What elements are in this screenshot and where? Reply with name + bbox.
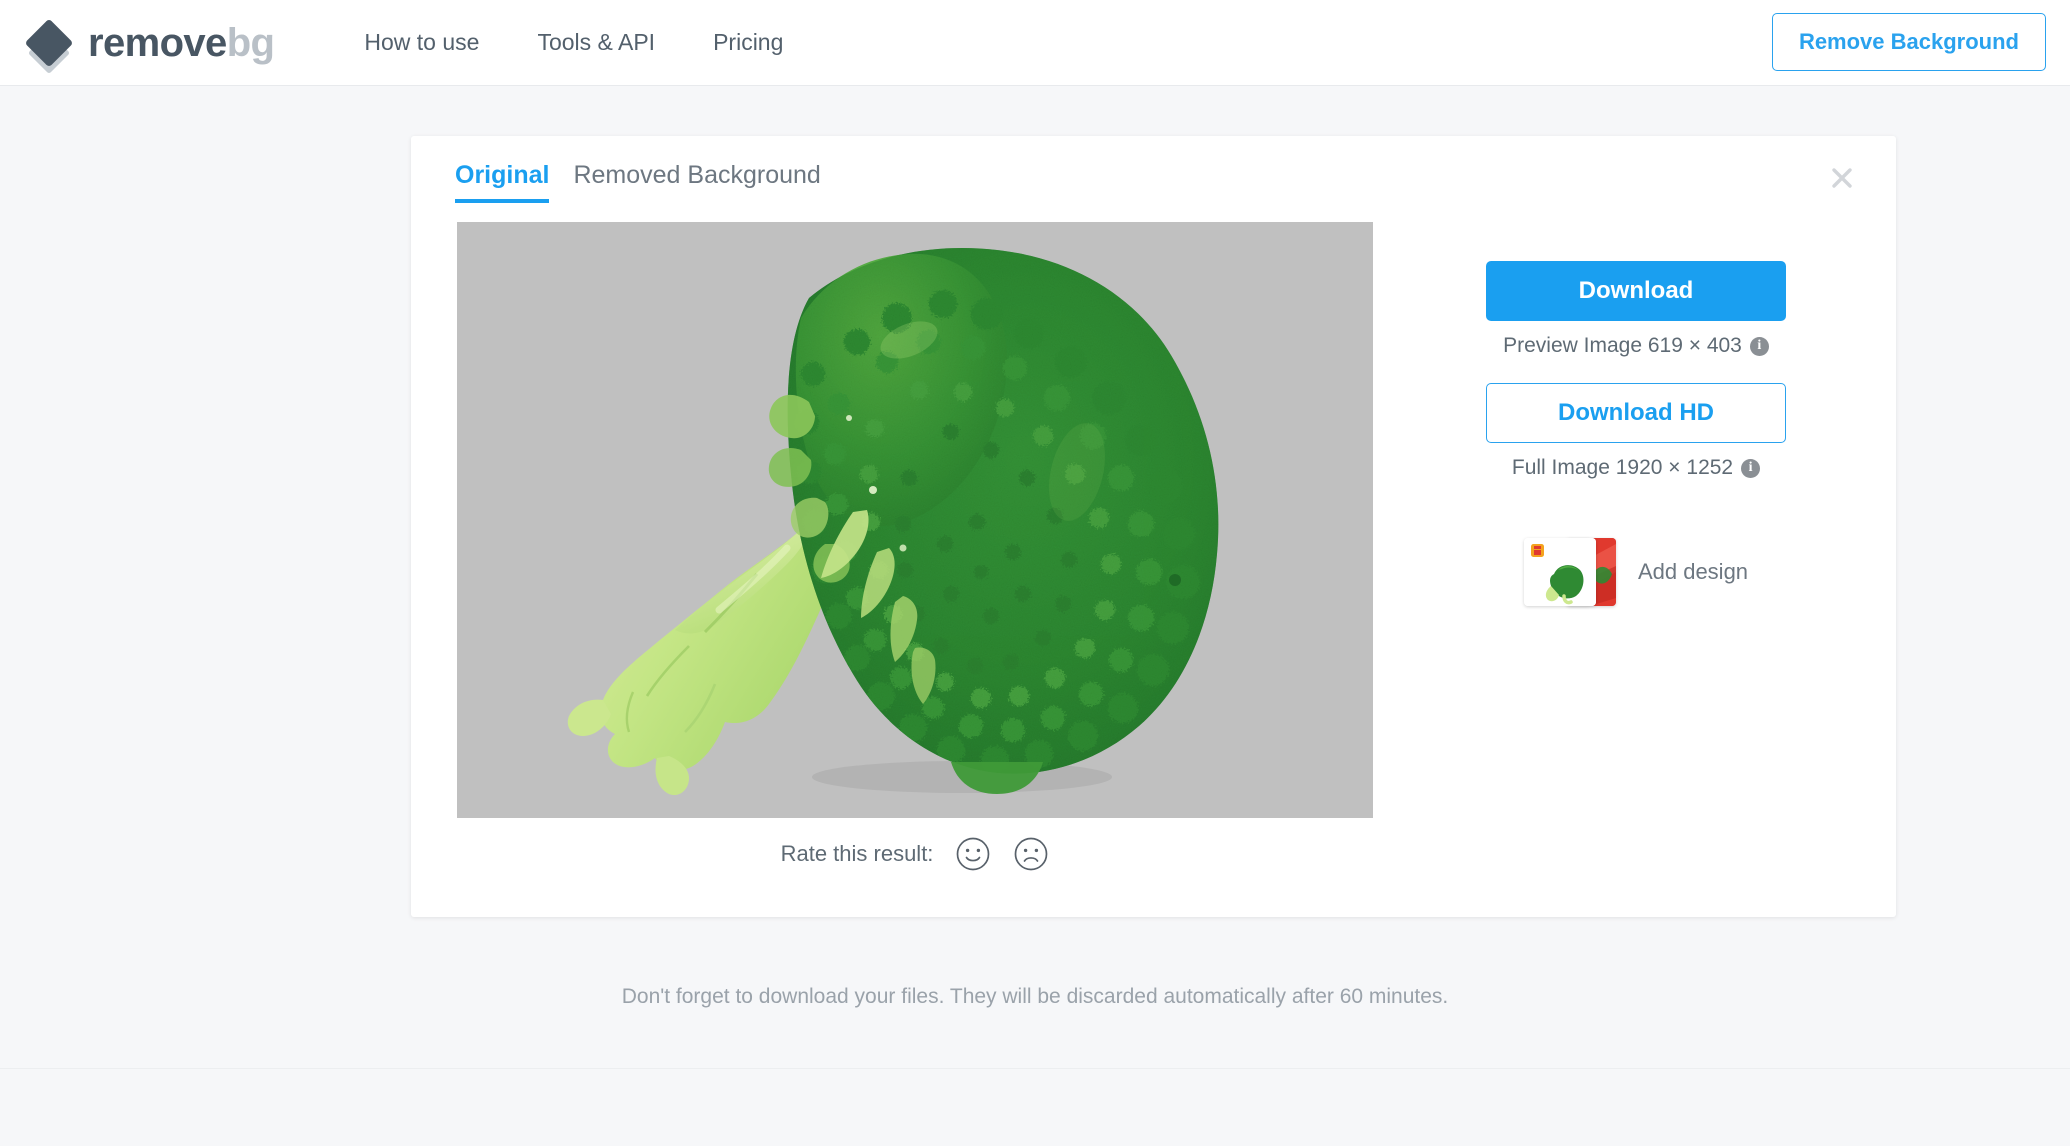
layers-diamond-icon [18,17,80,74]
rate-result-label: Rate this result: [780,841,934,866]
logo[interactable]: removebg [18,17,275,74]
design-thumb-white [1523,538,1596,606]
broccoli-photo [457,222,1373,818]
nav-item-pricing[interactable]: Pricing [713,29,783,56]
main-nav: How to use Tools & API Pricing [364,29,783,56]
download-hd-button[interactable]: Download HD [1486,383,1786,443]
download-hd-caption-text: Full Image 1920 × 1252 [1511,456,1734,479]
logo-text-bg: bg [226,20,275,65]
add-design-label: Add design [1637,559,1749,584]
download-button[interactable]: Download [1486,261,1786,321]
frowny-face-icon[interactable] [1013,836,1049,872]
close-icon[interactable] [1822,158,1862,198]
download-hd-caption: Full Image 1920 × 1252 i [1511,456,1761,480]
image-preview[interactable] [457,222,1373,818]
nav-item-how-to-use[interactable]: How to use [364,29,479,56]
download-caption: Preview Image 619 × 403 i [1503,334,1769,358]
remove-background-button[interactable]: Remove Background [1771,13,2046,71]
footer-divider [0,1068,2070,1069]
footer-note: Don't forget to download your files. The… [621,985,1449,1008]
preview-tabs: Original Removed Background [455,161,821,203]
add-design-button[interactable]: Add design [1523,538,1749,606]
info-icon[interactable]: i [1749,336,1769,356]
download-caption-text: Preview Image 619 × 403 [1503,334,1742,357]
logo-text: removebg [88,20,275,65]
rate-result-row: Rate this result: [457,836,1373,872]
smiley-face-icon[interactable] [955,836,991,872]
nav-item-tools-api[interactable]: Tools & API [537,29,655,56]
site-header: removebg How to use Tools & API Pricing … [0,0,2070,86]
design-templates-thumbnail [1523,538,1616,606]
info-icon-hd[interactable]: i [1741,458,1761,478]
result-card: Original Removed Background Rate this re… [411,136,1896,917]
download-panel: Download Preview Image 619 × 403 i Downl… [1436,261,1836,606]
tab-original[interactable]: Original [455,161,550,203]
logo-text-remove: remove [88,20,227,65]
tab-removed-background[interactable]: Removed Background [573,161,820,203]
